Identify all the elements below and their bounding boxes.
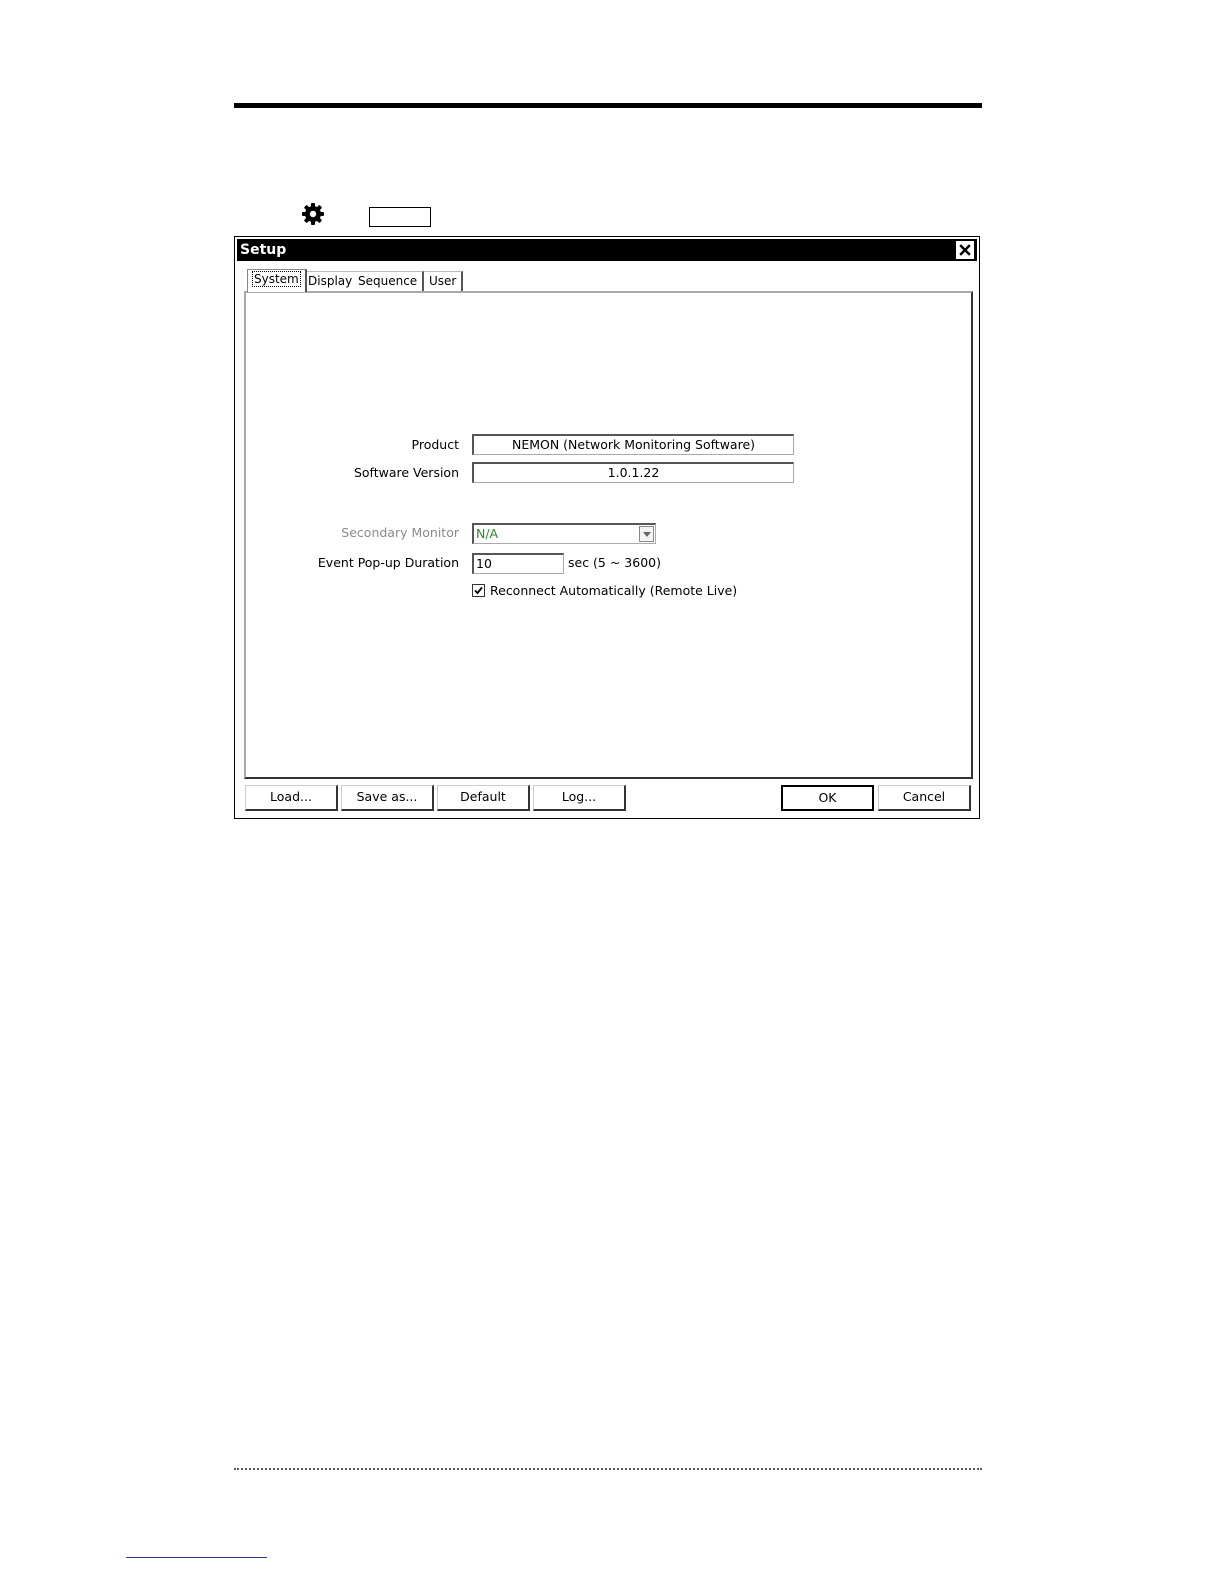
- software-version-field: 1.0.1.22: [472, 462, 794, 483]
- chevron-down-icon[interactable]: [639, 526, 654, 542]
- tab-display-label: Display: [308, 274, 353, 288]
- product-label: Product: [411, 437, 459, 452]
- dialog-titlebar[interactable]: Setup: [237, 239, 977, 261]
- tab-system-label: System: [252, 271, 301, 287]
- secondary-monitor-select[interactable]: N/A: [472, 523, 656, 544]
- gear-icon: [301, 202, 325, 226]
- default-button[interactable]: Default: [437, 785, 530, 811]
- secondary-monitor-value: N/A: [476, 526, 499, 541]
- event-popup-duration-unit: sec (5 ~ 3600): [568, 555, 661, 570]
- tab-sequence[interactable]: Sequence: [353, 271, 425, 292]
- save-as-button[interactable]: Save as...: [341, 785, 434, 811]
- tab-sequence-label: Sequence: [358, 274, 418, 288]
- footer-rule: [126, 1557, 267, 1558]
- product-field: NEMON (Network Monitoring Software): [472, 434, 794, 455]
- reconnect-checkbox[interactable]: [472, 584, 485, 597]
- load-button[interactable]: Load...: [245, 785, 338, 811]
- bottom-dotted-rule: [234, 1468, 982, 1470]
- reconnect-label[interactable]: Reconnect Automatically (Remote Live): [490, 583, 737, 599]
- secondary-monitor-label: Secondary Monitor: [341, 525, 459, 540]
- close-button[interactable]: [956, 241, 974, 259]
- ok-button[interactable]: OK: [781, 785, 874, 811]
- event-popup-duration-input[interactable]: 10: [472, 553, 564, 574]
- software-version-label: Software Version: [353, 465, 459, 480]
- close-icon: [959, 244, 971, 256]
- cancel-button[interactable]: Cancel: [878, 785, 971, 811]
- dialog-title: Setup: [240, 242, 287, 258]
- setup-dialog: Setup System Display Sequence User Produ…: [234, 236, 980, 819]
- tab-user-label: User: [429, 274, 457, 288]
- top-rule: [234, 103, 982, 108]
- tab-display[interactable]: Display: [303, 271, 360, 292]
- setup-button-placeholder: [369, 207, 431, 227]
- tab-system[interactable]: System: [247, 269, 307, 292]
- event-popup-duration-label: Event Pop-up Duration: [317, 555, 459, 570]
- tab-user[interactable]: User: [424, 271, 464, 292]
- log-button[interactable]: Log...: [533, 785, 626, 811]
- check-icon: [473, 585, 484, 596]
